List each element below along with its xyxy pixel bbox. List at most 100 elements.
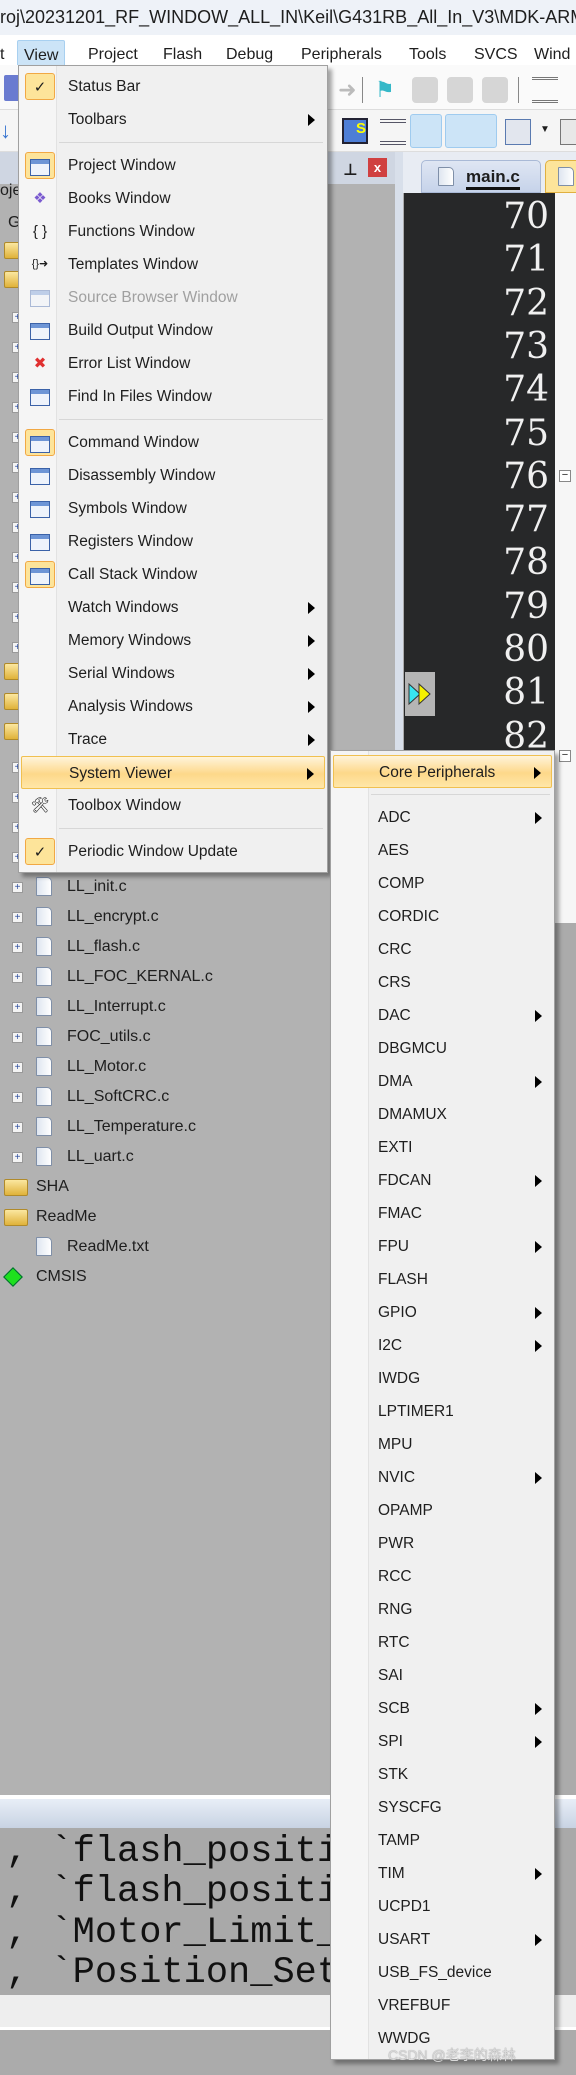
- menu-item-trace[interactable]: Trace: [21, 723, 325, 756]
- menu-item-flash[interactable]: FLASH: [333, 1263, 552, 1296]
- menu-item-core-peripherals[interactable]: Core Peripherals: [333, 755, 552, 788]
- menu-item-aes[interactable]: AES: [333, 834, 552, 867]
- expand-icon[interactable]: +: [12, 1092, 23, 1103]
- tree-item[interactable]: + LL_FOC_KERNAL.c: [0, 962, 330, 992]
- watch-window-icon[interactable]: [445, 114, 497, 148]
- expand-icon[interactable]: +: [12, 882, 23, 893]
- call-stack-window-icon[interactable]: [410, 114, 442, 148]
- tree-item[interactable]: CMSIS: [0, 1262, 330, 1292]
- menu-item-disassembly-window[interactable]: Disassembly Window: [21, 459, 325, 492]
- menu-item-ucpd1[interactable]: UCPD1: [333, 1890, 552, 1923]
- menu-item-tim[interactable]: TIM: [333, 1857, 552, 1890]
- tree-item[interactable]: + LL_flash.c: [0, 932, 330, 962]
- menu-item-sai[interactable]: SAI: [333, 1659, 552, 1692]
- menu-item-comp[interactable]: COMP: [333, 867, 552, 900]
- bookmark-clear-icon[interactable]: [482, 77, 508, 103]
- menu-item-usb-fs-device[interactable]: USB_FS_device: [333, 1956, 552, 1989]
- expand-icon[interactable]: +: [12, 1032, 23, 1043]
- close-pane-button[interactable]: x: [368, 158, 387, 177]
- memory-window-icon[interactable]: [505, 119, 531, 145]
- tree-item[interactable]: ReadMe: [0, 1202, 330, 1232]
- menu-item-usart[interactable]: USART: [333, 1923, 552, 1956]
- pin-icon[interactable]: ⊥: [343, 160, 358, 179]
- menu-item-crc[interactable]: CRC: [333, 933, 552, 966]
- menu-item-spi[interactable]: SPI: [333, 1725, 552, 1758]
- menu-item-opamp[interactable]: OPAMP: [333, 1494, 552, 1527]
- menu-item-fpu[interactable]: FPU: [333, 1230, 552, 1263]
- menu-item-fdcan[interactable]: FDCAN: [333, 1164, 552, 1197]
- menu-item-gpio[interactable]: GPIO: [333, 1296, 552, 1329]
- menu-item-mpu[interactable]: MPU: [333, 1428, 552, 1461]
- tree-item[interactable]: + FOC_utils.c: [0, 1022, 330, 1052]
- menu-item-toolbox-window[interactable]: 🛠 Toolbox Window: [21, 789, 325, 822]
- menu-item-exti[interactable]: EXTI: [333, 1131, 552, 1164]
- expand-icon[interactable]: +: [12, 942, 23, 953]
- menu-item-serial-windows[interactable]: Serial Windows: [21, 657, 325, 690]
- expand-icon[interactable]: +: [12, 1122, 23, 1133]
- menu-item-find-in-files-window[interactable]: Find In Files Window: [21, 380, 325, 413]
- tree-item[interactable]: + LL_Motor.c: [0, 1052, 330, 1082]
- menu-item-scb[interactable]: SCB: [333, 1692, 552, 1725]
- editor-text-area[interactable]: − −: [555, 193, 576, 923]
- menu-item-syscfg[interactable]: SYSCFG: [333, 1791, 552, 1824]
- tree-item[interactable]: SHA: [0, 1172, 330, 1202]
- menu-item-call-stack-window[interactable]: Call Stack Window: [21, 558, 325, 591]
- tree-item[interactable]: + LL_encrypt.c: [0, 902, 330, 932]
- menu-item-lptimer1[interactable]: LPTIMER1: [333, 1395, 552, 1428]
- menu-item-dac[interactable]: DAC: [333, 999, 552, 1032]
- menu-item-dbgmcu[interactable]: DBGMCU: [333, 1032, 552, 1065]
- menu-item-adc[interactable]: ADC: [333, 801, 552, 834]
- tab-main-c[interactable]: main.c: [421, 160, 541, 193]
- menu-item-tamp[interactable]: TAMP: [333, 1824, 552, 1857]
- menu-item-cordic[interactable]: CORDIC: [333, 900, 552, 933]
- expand-icon[interactable]: +: [12, 1152, 23, 1163]
- menu-item-memory-windows[interactable]: Memory Windows: [21, 624, 325, 657]
- menu-item-build-output-window[interactable]: Build Output Window: [21, 314, 325, 347]
- menu-item-rng[interactable]: RNG: [333, 1593, 552, 1626]
- tree-item[interactable]: ReadMe.txt: [0, 1232, 330, 1262]
- menu-item-iwdg[interactable]: IWDG: [333, 1362, 552, 1395]
- serial-window-icon[interactable]: [560, 119, 576, 145]
- expand-icon[interactable]: +: [12, 1062, 23, 1073]
- bookmark-prev-icon[interactable]: [412, 77, 438, 103]
- tab-other-file[interactable]: [545, 160, 576, 193]
- tree-item[interactable]: + LL_Temperature.c: [0, 1112, 330, 1142]
- expand-icon[interactable]: +: [12, 1002, 23, 1013]
- menu-item-watch-windows[interactable]: Watch Windows: [21, 591, 325, 624]
- fold-collapse-icon[interactable]: −: [559, 470, 571, 482]
- menu-item-books-window[interactable]: ❖ Books Window: [21, 182, 325, 215]
- menu-item-vrefbuf[interactable]: VREFBUF: [333, 1989, 552, 2022]
- menu-item-system-viewer[interactable]: System Viewer: [21, 756, 325, 789]
- menu-item-registers-window[interactable]: Registers Window: [21, 525, 325, 558]
- indent-icon[interactable]: [532, 77, 558, 103]
- flag-icon[interactable]: ⚑: [375, 77, 401, 103]
- bookmark-next-icon[interactable]: [447, 77, 473, 103]
- registers-window-icon[interactable]: [380, 119, 406, 145]
- menu-item-dmamux[interactable]: DMAMUX: [333, 1098, 552, 1131]
- menu-item-command-window[interactable]: Command Window: [21, 426, 325, 459]
- menu-item-crs[interactable]: CRS: [333, 966, 552, 999]
- arrow-right-icon[interactable]: ➜: [338, 77, 364, 103]
- menu-item-status-bar[interactable]: ✓ Status Bar: [21, 70, 325, 103]
- menu-item-symbols-window[interactable]: Symbols Window: [21, 492, 325, 525]
- menu-item-i2c[interactable]: I2C: [333, 1329, 552, 1362]
- tree-item[interactable]: + LL_init.c: [0, 872, 330, 902]
- tree-item[interactable]: + LL_uart.c: [0, 1142, 330, 1172]
- menu-item-stk[interactable]: STK: [333, 1758, 552, 1791]
- menu-item-functions-window[interactable]: { } Functions Window: [21, 215, 325, 248]
- menu-item-fmac[interactable]: FMAC: [333, 1197, 552, 1230]
- symbols-window-icon[interactable]: S: [342, 118, 368, 144]
- menu-item-analysis-windows[interactable]: Analysis Windows: [21, 690, 325, 723]
- fold-collapse-icon[interactable]: −: [559, 750, 571, 762]
- menu-item-error-list-window[interactable]: ✖ Error List Window: [21, 347, 325, 380]
- menu-item-pwr[interactable]: PWR: [333, 1527, 552, 1560]
- menu-item-dma[interactable]: DMA: [333, 1065, 552, 1098]
- tree-item[interactable]: + LL_SoftCRC.c: [0, 1082, 330, 1112]
- menu-item-nvic[interactable]: NVIC: [333, 1461, 552, 1494]
- menu-item-periodic-window-update[interactable]: ✓ Periodic Window Update: [21, 835, 325, 868]
- expand-icon[interactable]: +: [12, 912, 23, 923]
- expand-icon[interactable]: +: [12, 972, 23, 983]
- menu-item-toolbars[interactable]: Toolbars: [21, 103, 325, 136]
- tree-item[interactable]: + LL_Interrupt.c: [0, 992, 330, 1022]
- menu-item-rtc[interactable]: RTC: [333, 1626, 552, 1659]
